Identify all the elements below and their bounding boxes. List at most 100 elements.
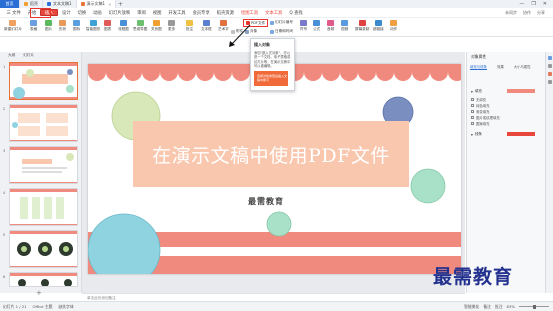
slide-thumbnail-6[interactable] (9, 272, 78, 287)
slide-number-button[interactable]: 幻灯片编号 (270, 20, 293, 25)
share-button[interactable]: 分享 (537, 10, 545, 16)
tab-outline[interactable]: 大纲 (8, 53, 15, 58)
missing-font-button[interactable]: 缺失字体 (58, 304, 73, 310)
menu-developer[interactable]: 开发工具 (165, 8, 189, 18)
button-label: 公式 (313, 27, 321, 31)
tab-size-properties[interactable]: 大小与属性 (514, 64, 531, 70)
menu-animation[interactable]: 动画 (90, 8, 106, 18)
minimize-icon[interactable]: — (519, 1, 524, 7)
menu-drawing-tools[interactable]: 绘图工具 (237, 8, 261, 18)
notes-area[interactable]: 单击此处添加备注 (82, 293, 465, 301)
zoom-slider-handle[interactable] (533, 304, 536, 309)
table-button[interactable]: 表格 (30, 20, 37, 32)
select-icon[interactable] (548, 64, 552, 68)
docer-icon (24, 2, 28, 6)
more-button[interactable]: 更多 (168, 20, 175, 32)
animation-icon[interactable] (548, 72, 552, 76)
tab-label: 稻壳 (30, 1, 38, 6)
zoom-slider[interactable] (519, 304, 549, 309)
menu-review[interactable]: 审阅 (134, 8, 150, 18)
current-slide[interactable]: 在演示文稿中使用PDF文件 最需教育 (88, 64, 461, 274)
window-controls: — ❐ ✕ (519, 1, 553, 7)
restore-icon[interactable]: ❐ (531, 1, 535, 7)
smartart-button[interactable]: 智能图形 (86, 20, 100, 32)
menu-design[interactable]: 设计 (58, 8, 74, 18)
slide-thumbnail-4[interactable] (9, 188, 78, 226)
insert-object-tooltip: 插入对象 添加"嵌入式对象"，可以是一个文档、电子表格或幻灯片等，在演示文稿中可… (250, 38, 295, 91)
comments-toggle[interactable]: 批注 (495, 304, 503, 310)
fill-option-pattern[interactable]: 图案填充 (471, 121, 490, 126)
thumbnail-5-graphic (10, 231, 77, 267)
symbol-button[interactable]: 符号 (300, 20, 307, 32)
comment-button[interactable]: 批注 (186, 20, 193, 32)
shape-button[interactable]: 形状 (59, 20, 66, 32)
audio-button[interactable]: 音频 (327, 20, 334, 32)
menu-docer-resources[interactable]: 稻壳资源 (213, 8, 237, 18)
close-tab-icon[interactable]: × (108, 2, 111, 7)
button-label: 图标 (73, 27, 81, 31)
relation-chart-button[interactable]: 关系图 (151, 20, 162, 32)
tooltip-body: 添加"嵌入式对象"，可以是一个文档、电子表格或幻灯片等，在演示文稿中可以被编辑。 (254, 51, 291, 68)
status-bar: 幻灯片 1 / 21 Office 主题 缺失字体 智能美化 备注 批注 83% (0, 301, 553, 311)
fill-option-picture[interactable]: 图片或纹理填充 (471, 115, 500, 120)
zoom-level: 83% (506, 304, 515, 309)
menu-member[interactable]: 会员专享 (189, 8, 213, 18)
notes-toggle[interactable]: 备注 (483, 304, 491, 310)
fill-option-gradient[interactable]: 渐变填充 (471, 109, 490, 114)
slide-number: 1 (3, 65, 6, 69)
video-button[interactable]: 视频 (341, 20, 348, 32)
collaborate-button[interactable]: 协作 (523, 10, 531, 16)
button-label: 屏幕录制 (355, 27, 370, 31)
add-tab-button[interactable]: + (116, 1, 124, 8)
beautify-button[interactable]: 智能美化 (464, 304, 479, 310)
properties-icon[interactable] (548, 56, 552, 60)
fill-option-solid[interactable]: 纯色填充 (471, 103, 490, 108)
slide-title-box[interactable]: 在演示文稿中使用PDF文件 (133, 121, 409, 187)
slide-thumbnail-2[interactable] (9, 104, 78, 142)
fill-section-header[interactable]: ▾ 填充 (471, 89, 482, 94)
screen-record-button[interactable]: 屏幕录制 (355, 20, 369, 32)
slide-subtitle[interactable]: 最需教育 (248, 196, 284, 207)
textbox-button[interactable]: 文本框 (201, 20, 212, 32)
line-color-swatch[interactable] (507, 132, 535, 136)
video-icon (341, 20, 349, 26)
menu-search[interactable]: Q 查找 (286, 8, 306, 18)
sync-status[interactable]: 未同步 (505, 10, 517, 16)
menu-file[interactable]: 三 文件 (3, 8, 24, 18)
tab-fill-line[interactable]: 填充与线条 (470, 64, 487, 70)
action-button[interactable]: 动作 (390, 20, 397, 32)
line-section-header[interactable]: ▾ 线条 (471, 132, 482, 137)
button-label: 批注 (186, 27, 194, 31)
chevron-down-icon: ▾ (471, 89, 473, 94)
menu-transition[interactable]: 切换 (74, 8, 90, 18)
slide-number: 6 (3, 275, 6, 279)
close-icon[interactable]: ✕ (543, 1, 547, 7)
picture-button[interactable]: 图片 (45, 20, 52, 32)
formula-button[interactable]: 公式 (313, 20, 320, 32)
menu-view[interactable]: 视图 (149, 8, 165, 18)
button-label: PDF文件 (251, 20, 266, 25)
slide-thumbnail-1[interactable] (9, 62, 78, 100)
chart-button[interactable]: 图表 (104, 20, 111, 32)
tab-effects[interactable]: 效果 (497, 64, 504, 70)
add-slide-button[interactable]: + (36, 289, 42, 297)
new-slide-button[interactable]: 新建幻灯片 (4, 20, 22, 32)
icon-library-button[interactable]: 图标 (73, 20, 80, 32)
slide-number: 4 (3, 191, 6, 195)
tab-slides[interactable]: 幻灯片 (23, 53, 34, 58)
button-label: 关系图 (151, 27, 162, 31)
theme-name: Office 主题 (32, 303, 53, 309)
menu-slideshow[interactable]: 幻灯片放映 (105, 8, 133, 18)
slide-thumbnail-3[interactable] (9, 146, 78, 184)
date-time-button[interactable]: 日期和时间 (270, 29, 293, 34)
fill-option-none[interactable]: 无填充 (471, 97, 486, 102)
menu-text-tools[interactable]: 文本工具 (262, 8, 286, 18)
slide-thumbnail-5[interactable] (9, 230, 78, 268)
flowchart-button[interactable]: 流程图 (118, 20, 129, 32)
hyperlink-button[interactable]: 超链接 (373, 20, 384, 32)
button-label: 图片 (45, 27, 53, 31)
button-label: 超链接 (373, 27, 384, 31)
mindmap-button[interactable]: 思维导图 (133, 20, 147, 32)
settings-icon[interactable] (548, 80, 552, 84)
fill-color-swatch[interactable] (507, 89, 535, 93)
